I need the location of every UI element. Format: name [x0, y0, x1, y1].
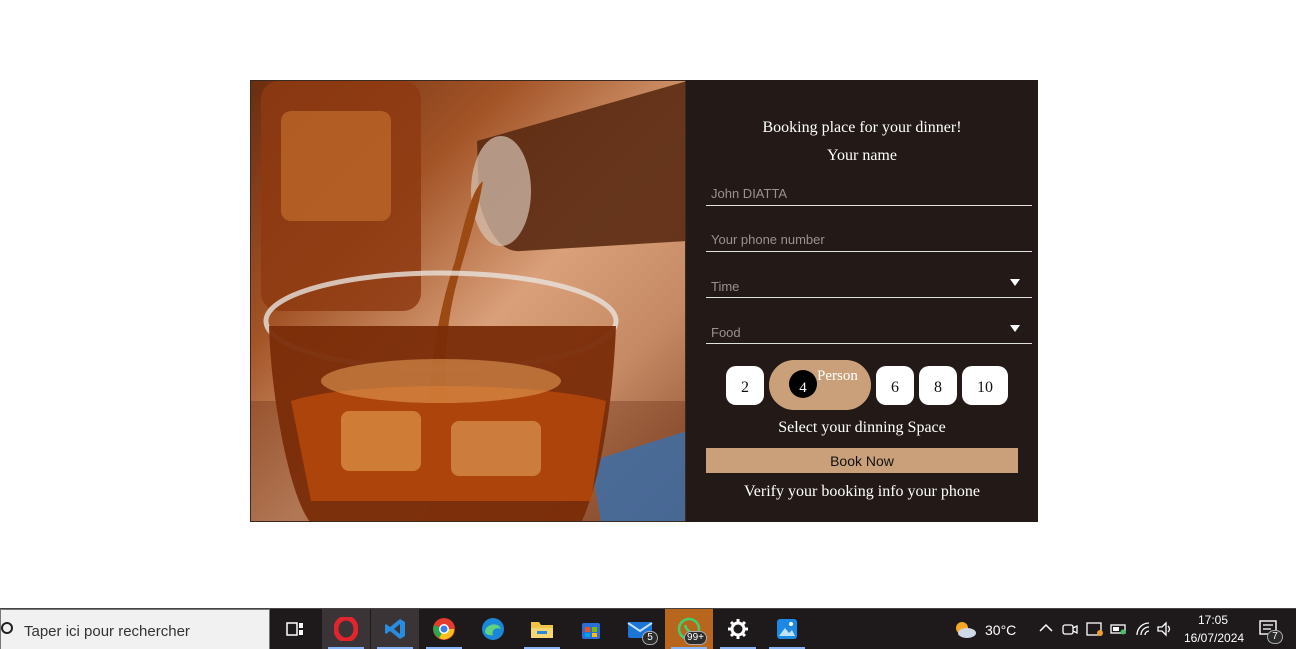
battery-icon[interactable] — [1110, 622, 1128, 636]
taskbar-vscode[interactable] — [371, 609, 419, 649]
whatsapp-badge: 99+ — [684, 631, 707, 645]
clock-time[interactable]: 17:05 — [1198, 613, 1228, 627]
dropdown-caret-icon — [1010, 325, 1020, 332]
mail-badge: 5 — [642, 631, 658, 645]
verify-text: Verify your booking info your phone — [744, 483, 980, 500]
gear-icon — [728, 619, 748, 639]
person-option-10[interactable]: 10 — [962, 366, 1008, 405]
taskbar-opera[interactable] — [322, 609, 370, 649]
taskbar-whatsapp[interactable]: 99+ — [665, 609, 713, 649]
person-option-8[interactable]: 8 — [919, 366, 957, 405]
opera-icon — [334, 617, 358, 641]
wifi-icon[interactable] — [1135, 621, 1153, 637]
person-label: Person — [817, 368, 858, 384]
weather-icon — [956, 622, 976, 638]
person-selector: 2 4 Person 6 8 10 — [726, 360, 1026, 410]
clock-date[interactable]: 16/07/2024 — [1184, 631, 1244, 645]
taskbar-chrome[interactable] — [420, 609, 468, 649]
weather-temp[interactable]: 30°C — [985, 622, 1016, 638]
name-field — [706, 178, 1032, 206]
dropdown-caret-icon — [1010, 279, 1020, 286]
phone-input[interactable] — [706, 224, 1032, 251]
task-view-button[interactable] — [271, 609, 319, 649]
taskbar-search[interactable]: Taper ici pour rechercher — [0, 609, 270, 649]
search-icon — [1, 622, 13, 634]
taskbar-store[interactable] — [567, 609, 615, 649]
taskbar-file-explorer[interactable] — [518, 609, 566, 649]
person-option-2[interactable]: 2 — [726, 366, 764, 405]
camera-icon[interactable] — [1062, 621, 1078, 637]
search-placeholder: Taper ici pour rechercher — [24, 623, 190, 640]
vscode-icon — [385, 619, 405, 639]
book-now-button[interactable]: Book Now — [706, 448, 1018, 473]
name-heading: Your name — [827, 147, 897, 164]
security-icon[interactable] — [1086, 621, 1104, 637]
taskbar-mail[interactable]: 5 — [616, 609, 664, 649]
name-input[interactable] — [706, 178, 1032, 205]
phone-field — [706, 224, 1032, 252]
edge-icon — [482, 618, 504, 640]
taskbar-settings[interactable] — [714, 609, 762, 649]
task-view-icon — [286, 622, 303, 636]
notification-badge: 7 — [1267, 630, 1283, 644]
booking-card: Booking place for your dinner! Your name… — [250, 80, 1038, 522]
time-select-label: Time — [711, 279, 740, 294]
photos-icon — [777, 619, 797, 639]
taskbar: Taper ici pour rechercher 5 99+ 30°C 17:… — [0, 608, 1296, 649]
time-select[interactable]: Time — [706, 270, 1032, 298]
chevron-up-icon[interactable] — [1039, 623, 1053, 633]
food-select[interactable]: Food — [706, 316, 1032, 344]
booking-form: Booking place for your dinner! Your name… — [686, 80, 1038, 522]
taskbar-edge[interactable] — [469, 609, 517, 649]
volume-icon[interactable] — [1156, 621, 1174, 637]
form-title: Booking place for your dinner! — [762, 119, 962, 136]
person-option-4[interactable]: 4 Person — [769, 360, 871, 410]
selected-person-count: 4 — [789, 370, 817, 398]
food-select-label: Food — [711, 325, 741, 340]
drink-photo — [250, 80, 686, 522]
chrome-icon — [433, 618, 455, 640]
person-option-6[interactable]: 6 — [876, 366, 914, 405]
store-icon — [582, 623, 600, 639]
folder-icon — [531, 622, 553, 638]
space-label: Select your dinning Space — [778, 419, 946, 436]
taskbar-photos[interactable] — [763, 609, 811, 649]
